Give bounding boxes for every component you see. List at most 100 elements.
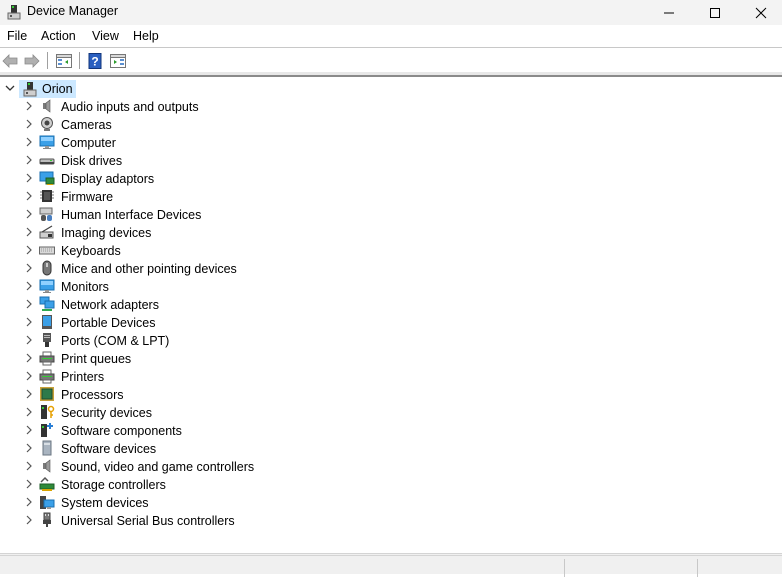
toolbar-separator (47, 52, 48, 69)
minimize-button[interactable] (646, 0, 692, 25)
tree-item-network-adapters[interactable]: Network adapters (0, 295, 320, 313)
show-hide-action-pane-button[interactable] (109, 52, 127, 70)
chevron-right-icon[interactable] (24, 388, 34, 400)
tree-item-label[interactable]: Mice and other pointing devices (61, 262, 237, 276)
chevron-right-icon[interactable] (24, 460, 34, 472)
chevron-right-icon[interactable] (24, 514, 34, 526)
tree-item-label[interactable]: Printers (61, 370, 104, 384)
chevron-right-icon[interactable] (24, 316, 34, 328)
tree-item-human-interface-devices[interactable]: Human Interface Devices (0, 205, 320, 223)
chevron-right-icon[interactable] (24, 136, 34, 148)
tree-item-label[interactable]: Computer (61, 136, 116, 150)
tree-item-label[interactable]: Display adaptors (61, 172, 154, 186)
chevron-right-icon[interactable] (24, 172, 34, 184)
chevron-right-icon[interactable] (24, 262, 34, 274)
tree-item-software-components[interactable]: Software components (0, 421, 320, 439)
tree-item-label[interactable]: System devices (61, 496, 149, 510)
chevron-right-icon[interactable] (24, 100, 34, 112)
chevron-right-icon[interactable] (24, 352, 34, 364)
chevron-right-icon[interactable] (24, 226, 34, 238)
tree-item-print-queues[interactable]: Print queues (0, 349, 320, 367)
chevron-right-icon[interactable] (24, 496, 34, 508)
chevron-right-icon[interactable] (24, 298, 34, 310)
tree-item-monitors[interactable]: Monitors (0, 277, 320, 295)
printer-icon (39, 368, 55, 384)
chevron-right-icon[interactable] (24, 280, 34, 292)
tree-item-label[interactable]: Sound, video and game controllers (61, 460, 254, 474)
tree-item-system-devices[interactable]: System devices (0, 493, 320, 511)
menu-file[interactable]: File (7, 29, 27, 43)
webcam-icon (39, 116, 55, 132)
tree-root[interactable]: Orion (0, 79, 300, 98)
tree-item-keyboards[interactable]: Keyboards (0, 241, 320, 259)
forward-button[interactable] (23, 52, 41, 70)
maximize-button[interactable] (692, 0, 738, 25)
menu-action[interactable]: Action (41, 29, 76, 43)
tree-item-portable-devices[interactable]: Portable Devices (0, 313, 320, 331)
device-tree[interactable]: Orion Audio inputs and outputs Cameras Com… (0, 79, 782, 553)
menu-view[interactable]: View (92, 29, 119, 43)
show-hide-console-tree-button[interactable] (55, 52, 73, 70)
tree-item-computer[interactable]: Computer (0, 133, 320, 151)
help-button[interactable]: ? (86, 52, 104, 70)
tree-item-printers[interactable]: Printers (0, 367, 320, 385)
tree-item-label[interactable]: Software devices (61, 442, 156, 456)
display-adapter-icon (39, 170, 55, 186)
chevron-right-icon[interactable] (24, 406, 34, 418)
device-manager-app-icon (6, 4, 22, 20)
chevron-right-icon[interactable] (24, 334, 34, 346)
tree-item-label[interactable]: Firmware (61, 190, 113, 204)
chevron-right-icon[interactable] (24, 442, 34, 454)
tree-item-label[interactable]: Processors (61, 388, 124, 402)
chevron-right-icon[interactable] (24, 244, 34, 256)
tree-item-universal-serial-bus-controllers[interactable]: Universal Serial Bus controllers (0, 511, 320, 529)
tree-item-display-adaptors[interactable]: Display adaptors (0, 169, 320, 187)
monitor-icon (39, 278, 55, 294)
tree-item-security-devices[interactable]: Security devices (0, 403, 320, 421)
close-button[interactable] (738, 0, 782, 25)
tree-item-label[interactable]: Network adapters (61, 298, 159, 312)
tree-item-label[interactable]: Print queues (61, 352, 131, 366)
tree-item-disk-drives[interactable]: Disk drives (0, 151, 320, 169)
tree-root-label[interactable]: Orion (42, 82, 73, 96)
tree-item-label[interactable]: Monitors (61, 280, 109, 294)
tree-item-audio-inputs-and-outputs[interactable]: Audio inputs and outputs (0, 97, 320, 115)
tree-item-firmware[interactable]: Firmware (0, 187, 320, 205)
security-key-icon (39, 404, 55, 420)
back-button[interactable] (1, 52, 19, 70)
chevron-right-icon[interactable] (24, 370, 34, 382)
tree-item-ports-com-lpt[interactable]: Ports (COM & LPT) (0, 331, 320, 349)
tree-item-label[interactable]: Storage controllers (61, 478, 166, 492)
chevron-right-icon[interactable] (24, 478, 34, 490)
tree-item-mice-and-other-pointing-devices[interactable]: Mice and other pointing devices (0, 259, 320, 277)
tree-item-label[interactable]: Keyboards (61, 244, 121, 258)
tree-item-label[interactable]: Audio inputs and outputs (61, 100, 199, 114)
chevron-right-icon[interactable] (24, 154, 34, 166)
chevron-down-icon[interactable] (4, 81, 16, 95)
tree-item-imaging-devices[interactable]: Imaging devices (0, 223, 320, 241)
window-title: Device Manager (27, 4, 119, 18)
tree-item-label[interactable]: Security devices (61, 406, 152, 420)
chevron-right-icon[interactable] (24, 208, 34, 220)
chevron-right-icon[interactable] (24, 190, 34, 202)
chevron-right-icon[interactable] (24, 118, 34, 130)
tree-item-label[interactable]: Ports (COM & LPT) (61, 334, 169, 348)
tree-item-cameras[interactable]: Cameras (0, 115, 320, 133)
tree-item-label[interactable]: Disk drives (61, 154, 122, 168)
tree-item-label[interactable]: Portable Devices (61, 316, 156, 330)
menu-help[interactable]: Help (133, 29, 159, 43)
tree-item-label[interactable]: Software components (61, 424, 182, 438)
tree-item-label[interactable]: Human Interface Devices (61, 208, 201, 222)
speaker-icon (39, 98, 55, 114)
tree-item-storage-controllers[interactable]: Storage controllers (0, 475, 320, 493)
chevron-right-icon[interactable] (24, 424, 34, 436)
tree-item-label[interactable]: Universal Serial Bus controllers (61, 514, 235, 528)
tree-item-label[interactable]: Imaging devices (61, 226, 151, 240)
tree-item-sound-video-and-game-controllers[interactable]: Sound, video and game controllers (0, 457, 320, 475)
tree-item-software-devices[interactable]: Software devices (0, 439, 320, 457)
menu-bar: File Action View Help (0, 25, 782, 48)
tree-item-label[interactable]: Cameras (61, 118, 112, 132)
toolbar: ? (0, 49, 782, 72)
tree-item-processors[interactable]: Processors (0, 385, 320, 403)
mouse-icon (39, 260, 55, 276)
